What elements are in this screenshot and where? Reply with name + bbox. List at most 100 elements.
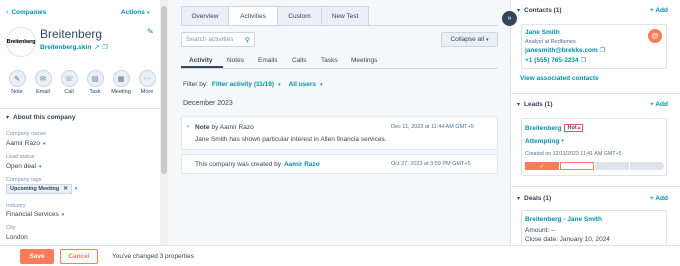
created-text: This company was created by Aamir Razo	[195, 161, 320, 168]
actions-menu[interactable]: Actions ▾	[121, 9, 149, 16]
about-title: About this company	[13, 114, 76, 121]
contact-card: Jane Smith Analyst at Redfames janesmith…	[521, 24, 667, 69]
task-action[interactable]: ▤ Task	[82, 70, 108, 95]
leads-header[interactable]: ▾ Leads (1)	[517, 101, 553, 108]
lead-status-label: Lead status	[6, 154, 35, 160]
right-sidebar: » ▾ Contacts (1) + Add Jane Smith Analys…	[502, 0, 680, 245]
copy-icon[interactable]: ❐	[102, 44, 107, 51]
filter-activity-dropdown[interactable]: Filter activity (11/19)	[212, 81, 274, 88]
avatar: @	[648, 29, 662, 43]
contact-email[interactable]: janesmith@brekke.com	[525, 47, 598, 54]
meeting-action[interactable]: ▦ Meeting	[108, 70, 134, 95]
progress-step-current[interactable]	[560, 162, 594, 170]
deals-header[interactable]: ▾ Deals (1)	[517, 195, 551, 202]
lead-status-select[interactable]: Open deal ▾	[6, 163, 42, 170]
caret-down-icon: ▾	[42, 140, 46, 147]
tags-field[interactable]: Upcoming Meeting ✕ ▾	[6, 184, 77, 194]
save-button[interactable]: Save	[20, 249, 54, 264]
contact-name[interactable]: Jane Smith	[525, 29, 560, 36]
external-link-icon: ↗	[94, 45, 100, 51]
left-sidebar: ‹ Companies Actions ▾ Breitenberg Breite…	[0, 0, 168, 245]
email-action[interactable]: ✉ Email	[30, 70, 56, 95]
copy-icon[interactable]: ❐	[600, 47, 605, 54]
divider	[511, 186, 680, 187]
expand-sidebar-icon[interactable]: »	[502, 11, 517, 26]
tab-activities[interactable]: Activities	[228, 6, 278, 26]
activity-created-card: This company was created by Aamir Razo O…	[181, 154, 498, 174]
caret-down-icon: ▾	[278, 81, 281, 88]
company-domain[interactable]: Breitenberg.skin ↗ ❐	[40, 44, 108, 51]
back-link[interactable]: ‹ Companies	[6, 9, 46, 16]
tab-overview[interactable]: Overview	[181, 6, 229, 26]
cancel-button[interactable]: Cancel	[60, 249, 98, 264]
caret-down-icon: ▾	[486, 36, 489, 43]
call-action[interactable]: ☏ Call	[56, 70, 82, 95]
tab-custom[interactable]: Custom	[277, 6, 322, 26]
close-icon[interactable]: ✕	[63, 186, 68, 192]
copy-icon[interactable]: ❐	[581, 57, 586, 64]
lead-progress: ✓	[525, 162, 664, 170]
actions-label: Actions	[121, 9, 145, 16]
more-icon: ···	[138, 70, 156, 87]
progress-step[interactable]	[595, 162, 629, 170]
lead-name[interactable]: Breitenberg	[525, 125, 561, 132]
subtab-notes[interactable]: Notes	[227, 57, 244, 64]
lead-created: Created on 12/11/2023 11:41 AM GMT+5	[525, 151, 622, 157]
industry-label: Industry	[6, 203, 26, 209]
lead-stage-select[interactable]: Attempting ▾	[525, 138, 564, 145]
divider	[0, 108, 160, 109]
deal-name[interactable]: Breitenberg - Jane Smith	[525, 216, 602, 223]
chevron-down-icon: ▾	[517, 102, 521, 108]
caret-down-icon: ▾	[320, 81, 323, 88]
caret-down-icon: ▾	[146, 9, 150, 16]
city-value[interactable]: London	[6, 234, 28, 241]
industry-select[interactable]: Financial Services ▾	[6, 211, 64, 218]
email-icon: ✉	[34, 70, 52, 87]
contact-role: Analyst at Redfames	[525, 39, 576, 45]
left-scrollbar-thumb[interactable]	[161, 6, 167, 174]
note-action[interactable]: ✎ Note	[4, 70, 30, 95]
add-deal-button[interactable]: + Add	[650, 195, 668, 202]
divider	[511, 93, 680, 94]
subtab-meetings[interactable]: Meetings	[351, 57, 377, 64]
activity-note-card[interactable]: › Note by Aamir Razo Dec 11, 2023 at 11:…	[181, 116, 498, 150]
subtab-emails[interactable]: Emails	[258, 57, 278, 64]
search-icon[interactable]: ⚲	[245, 36, 250, 44]
more-action[interactable]: ··· More	[134, 70, 160, 95]
edit-icon[interactable]: ✎	[147, 27, 154, 36]
add-contact-button[interactable]: + Add	[650, 7, 668, 14]
contact-phone[interactable]: +1 (555) 765-2234	[525, 57, 579, 64]
search-activities-input[interactable]: Search activities ⚲	[181, 32, 255, 47]
add-lead-button[interactable]: + Add	[650, 101, 668, 108]
about-section-toggle[interactable]: ▾ About this company	[6, 114, 76, 121]
domain-link[interactable]: Breitenberg.skin	[40, 44, 91, 51]
chevron-left-icon: ‹	[6, 9, 9, 16]
tab-new-test[interactable]: New Test	[321, 6, 369, 26]
created-timestamp: Oct 27, 2023 at 3:59 PM GMT+5	[391, 161, 471, 167]
deal-card: Breitenberg - Jane Smith Amount: -- Clos…	[521, 210, 667, 245]
subtab-tasks[interactable]: Tasks	[321, 57, 338, 64]
back-link-label: Companies	[11, 9, 47, 16]
chevron-right-icon[interactable]: ›	[187, 124, 189, 130]
tag-chip: Upcoming Meeting ✕	[6, 184, 72, 194]
creator-link[interactable]: Aamir Razo	[284, 161, 320, 168]
city-label: City	[6, 225, 16, 231]
month-heading: December 2023	[183, 100, 233, 107]
contacts-header[interactable]: ▾ Contacts (1)	[517, 7, 562, 14]
subtab-calls[interactable]: Calls	[292, 57, 306, 64]
chevron-down-icon: ▾	[517, 196, 521, 202]
note-header: Note by Aamir Razo	[195, 124, 254, 131]
collapse-all-button[interactable]: Collapse all ▾	[441, 32, 498, 47]
owner-label: Company owner	[6, 131, 47, 137]
lead-title-row: Breitenberg Hot ▴	[525, 124, 584, 132]
company-name: Breitenberg	[40, 27, 103, 41]
all-users-dropdown[interactable]: All users	[289, 81, 316, 88]
progress-step[interactable]	[630, 162, 664, 170]
progress-step-done[interactable]: ✓	[525, 162, 559, 170]
owner-select[interactable]: Aamir Razo ▾	[6, 140, 45, 147]
subtab-activity[interactable]: Activity	[189, 57, 212, 64]
view-associated-contacts-link[interactable]: View associated contacts	[520, 75, 599, 82]
meeting-icon: ▦	[112, 70, 130, 87]
note-icon: ✎	[8, 70, 26, 87]
filter-row: Filter by: Filter activity (11/19) ▾ All…	[183, 81, 323, 88]
